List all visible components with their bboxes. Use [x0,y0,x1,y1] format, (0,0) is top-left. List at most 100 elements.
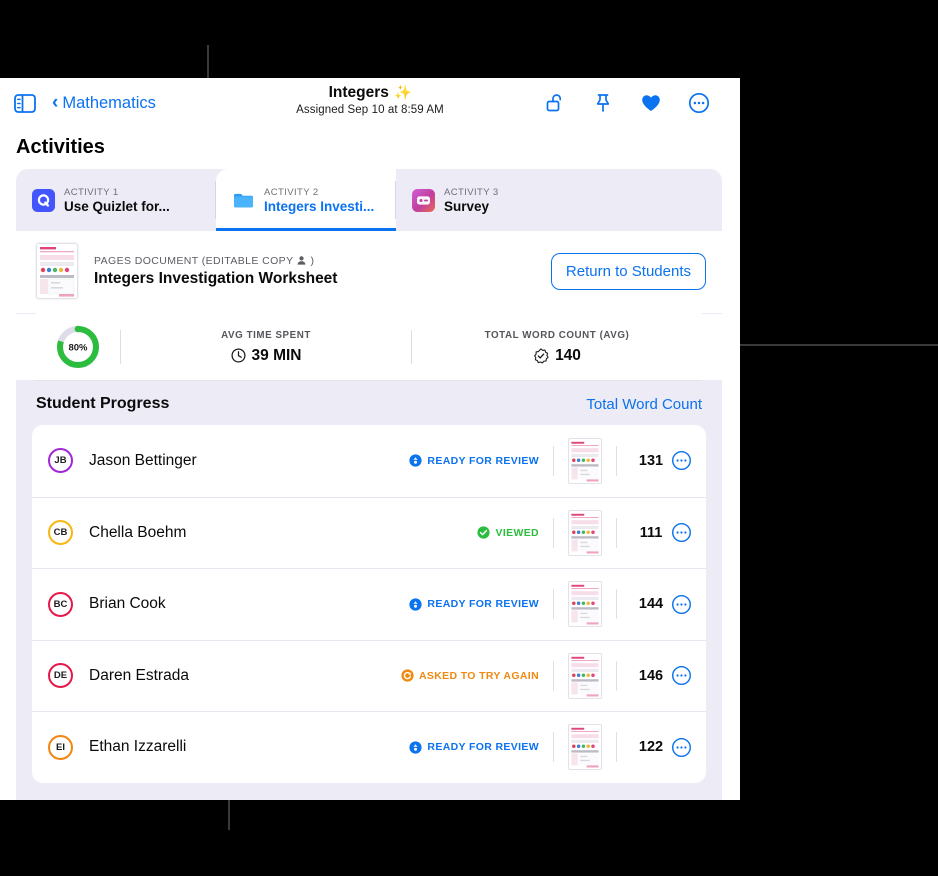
activity-tabs: ACTIVITY 1 Use Quizlet for... ACTIVITY 2 [16,169,722,231]
document-kicker: PAGES DOCUMENT (EDITABLE COPY ) [94,255,535,267]
word-count-value: 111 [639,524,663,541]
row-divider [553,589,554,620]
tab-activity-1[interactable]: ACTIVITY 1 Use Quizlet for... [16,169,216,231]
document-thumbnail[interactable] [36,243,78,299]
student-work-thumbnail[interactable] [568,509,602,556]
avatar: DE [48,663,73,689]
return-to-students-button[interactable]: Return to Students [550,252,706,290]
row-divider [616,589,617,620]
status-label: VIEWED [495,526,539,539]
word-count-value: 146 [638,667,664,684]
document-name: Integers Investigation Worksheet [94,269,338,287]
back-button-label: Mathematics [62,93,156,112]
ready-icon [409,598,423,611]
stat-word-count-value-wrap: 140 [412,347,702,365]
row-divider [553,445,554,476]
stat-avg-time-spent: AVG TIME SPENT 39 MIN [121,330,411,365]
page-title: Integers ✨ [329,84,412,102]
clock-icon [230,348,246,363]
table-row-3[interactable]: DE Daren Estrada ASKED TO TRY AGAIN 146 [32,639,706,712]
status-label: READY FOR REVIEW [427,598,539,611]
tab-activity-3-text: ACTIVITY 3 Survey [444,187,499,214]
ready-icon [409,454,423,467]
stat-total-word-count: TOTAL WORD COUNT (AVG) 140 [412,330,702,365]
row-divider [553,732,554,763]
student-progress-header: Student Progress Total Word Count [16,381,722,425]
tab-activity-2[interactable]: ACTIVITY 2 Integers Investi... [216,169,396,231]
status-badge: VIEWED [477,526,539,539]
status-badge: READY FOR REVIEW [409,598,539,611]
unlock-icon[interactable] [544,92,566,114]
student-work-thumbnail[interactable] [568,652,602,699]
status-label: READY FOR REVIEW [427,741,539,754]
document-summary-row: PAGES DOCUMENT (EDITABLE COPY ) Integers… [16,231,722,313]
more-circle-icon[interactable] [671,665,692,686]
screenshot-stage: ‹ Mathematics Integers ✨ Assigned Sep 10… [0,0,938,876]
page-title-text: Integers [328,84,389,101]
row-divider [616,517,617,548]
tab-activity-1-kicker: ACTIVITY 1 [64,186,119,198]
ready-icon [409,741,423,754]
tab-activity-2-label: Integers Investi... [264,198,375,214]
avatar: CB [48,520,73,546]
word-count-value: 131 [638,452,664,469]
table-row-2[interactable]: BC Brian Cook READY FOR REVIEW 144 [32,568,706,640]
tab-activity-2-kicker: ACTIVITY 2 [264,186,319,198]
status-badge: ASKED TO TRY AGAIN [401,669,539,682]
more-circle-icon[interactable] [671,522,692,543]
more-circle-icon[interactable] [671,450,692,471]
tab-activity-2-text: ACTIVITY 2 Integers Investi... [264,187,374,214]
heart-icon[interactable] [640,92,662,114]
ipad-app-window: ‹ Mathematics Integers ✨ Assigned Sep 10… [0,78,740,800]
student-work-thumbnail[interactable] [568,437,602,484]
word-count-value: 144 [638,596,664,613]
ring-percent-label: 80% [68,343,88,354]
table-row-0[interactable]: JB Jason Bettinger READY FOR REVIEW 131 [32,425,706,497]
tab-active-indicator [216,228,396,231]
tab-activity-3-label: Survey [444,198,490,214]
more-circle-icon[interactable] [688,92,710,114]
student-work-thumbnail[interactable] [568,724,602,771]
table-row-4[interactable]: EI Ethan Izzarelli READY FOR REVIEW 122 [32,711,706,783]
pin-icon[interactable] [592,92,614,114]
stat-avg-time-value-wrap: 39 MIN [121,347,411,365]
person-icon [298,256,306,265]
avatar: EI [48,734,73,760]
viewed-icon [477,526,491,539]
student-name: Chella Boehm [89,523,187,541]
more-circle-icon[interactable] [671,594,692,615]
nav-right-group [544,92,726,114]
avatar: BC [48,591,73,617]
status-label: READY FOR REVIEW [427,454,539,467]
student-name: Ethan Izzarelli [89,738,187,756]
document-kicker-suffix: ) [310,254,315,267]
student-work-thumbnail[interactable] [568,581,602,628]
survey-icon [412,188,435,212]
tab-activity-1-label: Use Quizlet for... [64,198,170,214]
more-circle-icon[interactable] [671,737,692,758]
word-count-value: 122 [638,739,664,756]
row-divider [553,517,554,548]
tab-activity-3-kicker: ACTIVITY 3 [444,186,499,198]
student-name: Daren Estrada [89,666,189,684]
tab-activity-3[interactable]: ACTIVITY 3 Survey [396,169,517,231]
stat-word-count-value: 140 [555,346,581,364]
avatar: JB [48,448,73,474]
student-name: Brian Cook [89,595,166,613]
document-kicker-text: PAGES DOCUMENT (EDITABLE COPY [94,254,294,267]
activity-content-card: ACTIVITY 1 Use Quizlet for... ACTIVITY 2 [16,169,722,800]
row-divider [616,445,617,476]
seal-check-icon [534,347,549,363]
nav-left-group: ‹ Mathematics [14,93,156,113]
row-divider [553,660,554,691]
row-divider [616,660,617,691]
document-meta: PAGES DOCUMENT (EDITABLE COPY ) Integers… [94,255,535,288]
retry-icon [401,669,414,682]
total-word-count-link[interactable]: Total Word Count [586,396,702,413]
page-section-heading: Activities [16,136,105,158]
status-badge: READY FOR REVIEW [409,454,539,467]
table-row-1[interactable]: CB Chella Boehm VIEWED 111 [32,496,706,569]
back-button[interactable]: ‹ Mathematics [52,93,156,113]
stat-word-count-label: TOTAL WORD COUNT (AVG) [484,329,630,341]
sidebar-toggle-icon[interactable] [14,93,36,113]
